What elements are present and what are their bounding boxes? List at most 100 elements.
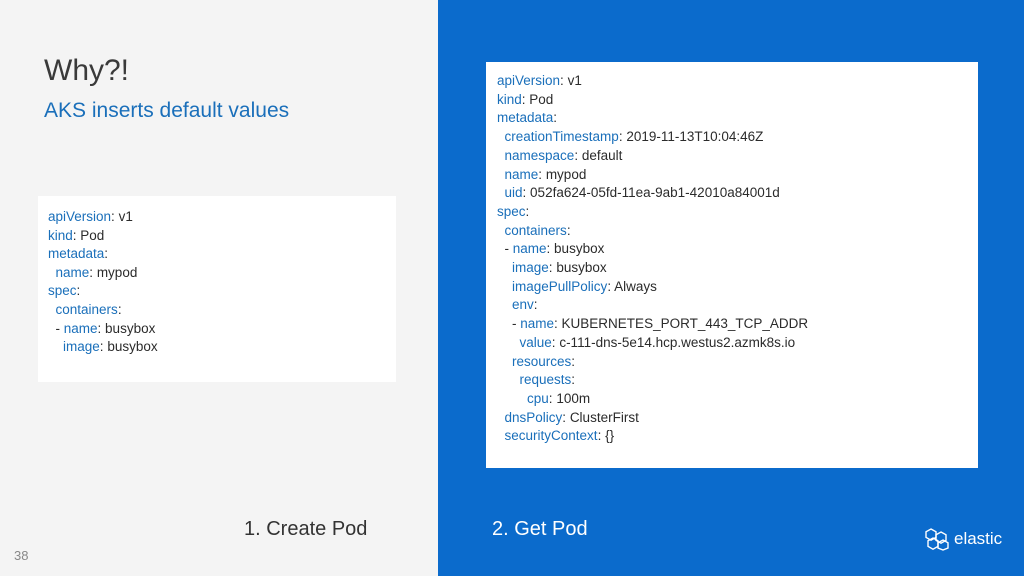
yaml-separator: : bbox=[571, 372, 576, 388]
code-line: creationTimestamp: 2019-11-13T10:04:46Z bbox=[497, 128, 978, 147]
code-line: image: busybox bbox=[497, 259, 978, 278]
code-line: apiVersion: v1 bbox=[48, 208, 396, 227]
code-line: name: mypod bbox=[48, 264, 396, 283]
slide-title: Why?! bbox=[44, 54, 130, 87]
yaml-key: apiVersion bbox=[497, 73, 561, 88]
yaml-separator: : bbox=[554, 316, 562, 332]
yaml-value: Pod bbox=[80, 227, 105, 243]
yaml-separator: : bbox=[117, 301, 122, 317]
code-line: - name: busybox bbox=[497, 240, 978, 259]
yaml-key: name bbox=[55, 264, 90, 280]
caption-get-pod: 2. Get Pod bbox=[492, 518, 588, 540]
code-line: spec: bbox=[48, 282, 396, 301]
yaml-key: metadata bbox=[497, 110, 554, 126]
code-line: containers: bbox=[497, 222, 978, 241]
yaml-value: default bbox=[581, 147, 623, 163]
yaml-value: 100m bbox=[556, 390, 591, 406]
yaml-value: Always bbox=[614, 278, 657, 294]
code-indent: - bbox=[497, 316, 521, 332]
code-line: cpu: 100m bbox=[497, 390, 978, 409]
yaml-key: spec bbox=[497, 203, 526, 219]
yaml-separator: : bbox=[104, 246, 109, 262]
yaml-key: imagePullPolicy bbox=[512, 278, 608, 294]
code-line: uid: 052fa624-05fd-11ea-9ab1-42010a84001… bbox=[497, 184, 978, 203]
yaml-key: creationTimestamp bbox=[504, 129, 619, 145]
yaml-key: name bbox=[520, 316, 555, 332]
yaml-value: busybox bbox=[554, 241, 605, 257]
yaml-separator: : bbox=[111, 209, 119, 224]
yaml-key: resources bbox=[512, 353, 572, 369]
brand-name: elastic bbox=[954, 529, 1003, 548]
yaml-key: cpu bbox=[527, 390, 549, 406]
code-line: apiVersion: v1 bbox=[497, 72, 978, 91]
yaml-key: kind bbox=[497, 91, 522, 107]
code-line: namespace: default bbox=[497, 147, 978, 166]
yaml-separator: : bbox=[522, 185, 531, 201]
yaml-value: v1 bbox=[118, 209, 133, 224]
yaml-separator: : bbox=[546, 241, 555, 257]
yaml-separator: : bbox=[597, 428, 606, 444]
yaml-separator: : bbox=[553, 110, 558, 126]
yaml-key: containers bbox=[504, 222, 567, 238]
yaml-key: spec bbox=[48, 283, 77, 299]
code-line: resources: bbox=[497, 353, 978, 372]
caption-create-pod: 1. Create Pod bbox=[244, 518, 368, 540]
code-line: - name: KUBERNETES_PORT_443_TCP_ADDR bbox=[497, 315, 978, 334]
yaml-value: c-111-dns-5e14.hcp.westus2.azmk8s.io bbox=[559, 334, 796, 350]
code-line: spec: bbox=[497, 203, 978, 222]
yaml-key: namespace bbox=[504, 147, 575, 163]
yaml-key: metadata bbox=[48, 246, 105, 262]
elastic-logo: elastic bbox=[924, 527, 1002, 551]
yaml-key: requests bbox=[519, 372, 572, 388]
code-line: imagePullPolicy: Always bbox=[497, 278, 978, 297]
slide-subtitle: AKS inserts default values bbox=[44, 99, 290, 122]
yaml-value: KUBERNETES_PORT_443_TCP_ADDR bbox=[561, 316, 809, 332]
code-line: kind: Pod bbox=[48, 227, 396, 246]
code-line: - name: busybox bbox=[48, 320, 396, 339]
yaml-key: uid bbox=[504, 185, 523, 201]
yaml-key: value bbox=[519, 334, 552, 350]
yaml-key: containers bbox=[55, 301, 118, 317]
code-line: securityContext: {} bbox=[497, 427, 978, 446]
code-line: requests: bbox=[497, 371, 978, 390]
yaml-key: securityContext bbox=[504, 428, 598, 444]
yaml-value: {} bbox=[605, 428, 615, 444]
code-line: name: mypod bbox=[497, 166, 978, 185]
yaml-value: mypod bbox=[545, 166, 587, 182]
yaml-key: image bbox=[512, 260, 549, 276]
page-number: 38 bbox=[14, 548, 29, 563]
yaml-separator: : bbox=[574, 147, 582, 163]
yaml-value: ClusterFirst bbox=[569, 409, 639, 425]
yaml-key: name bbox=[504, 166, 539, 182]
yaml-key: name bbox=[512, 241, 547, 257]
yaml-key: apiVersion bbox=[48, 209, 112, 224]
yaml-separator: : bbox=[533, 297, 538, 313]
code-indent: - bbox=[497, 241, 513, 257]
create-pod-yaml: apiVersion: v1 kind: Pod metadata: name: m… bbox=[38, 196, 396, 382]
yaml-key: image bbox=[63, 339, 100, 355]
yaml-value: Pod bbox=[529, 91, 554, 107]
code-line: image: busybox bbox=[48, 338, 396, 357]
code-line: containers: bbox=[48, 301, 396, 320]
yaml-value: busybox bbox=[556, 260, 607, 276]
yaml-value: busybox bbox=[107, 339, 158, 355]
yaml-key: kind bbox=[48, 227, 73, 243]
yaml-value: busybox bbox=[105, 320, 156, 336]
yaml-value: 2019-11-13T10:04:46Z bbox=[626, 129, 764, 145]
